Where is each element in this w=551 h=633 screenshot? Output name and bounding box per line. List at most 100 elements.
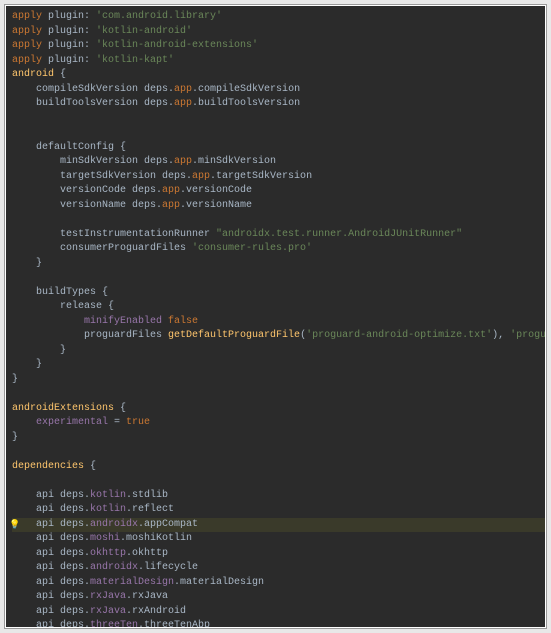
code-line[interactable]: }: [12, 431, 545, 446]
code-token: apply: [12, 26, 42, 37]
code-token: moshi: [90, 533, 120, 544]
code-token: kotlin: [90, 504, 126, 515]
code-line[interactable]: experimental = true: [12, 416, 545, 431]
code-line[interactable]: minSdkVersion deps.app.minSdkVersion: [12, 155, 545, 170]
code-line[interactable]: [12, 474, 545, 489]
code-token: .lifecycle: [138, 562, 198, 573]
code-token: .reflect: [126, 504, 174, 515]
code-editor[interactable]: apply plugin: 'com.android.library'apply…: [6, 6, 545, 627]
code-token: minifyEnabled: [84, 316, 168, 327]
code-token: androidx: [90, 562, 138, 573]
code-token: [12, 316, 84, 327]
code-line[interactable]: }: [12, 257, 545, 272]
code-content[interactable]: apply plugin: 'com.android.library'apply…: [6, 6, 545, 627]
code-token: 'kotlin-android': [96, 26, 192, 37]
code-token: consumerProguardFiles: [12, 243, 192, 254]
code-line[interactable]: compileSdkVersion deps.app.compileSdkVer…: [12, 83, 545, 98]
code-line[interactable]: consumerProguardFiles 'consumer-rules.pr…: [12, 242, 545, 257]
code-line[interactable]: dependencies {: [12, 460, 545, 475]
code-line[interactable]: [12, 445, 545, 460]
code-token: apply: [12, 11, 42, 22]
code-token: 'kotlin-kapt': [96, 55, 174, 66]
code-line[interactable]: testInstrumentationRunner "androidx.test…: [12, 228, 545, 243]
code-token: app: [174, 84, 192, 95]
code-line[interactable]: versionCode deps.app.versionCode: [12, 184, 545, 199]
code-token: {: [54, 69, 66, 80]
code-token: plugin:: [42, 55, 96, 66]
code-line[interactable]: apply plugin: 'kotlin-kapt': [12, 54, 545, 69]
code-line[interactable]: api deps.rxJava.rxJava: [12, 590, 545, 605]
code-line[interactable]: proguardFiles getDefaultProguardFile('pr…: [12, 329, 545, 344]
code-token: .rxAndroid: [126, 606, 186, 617]
code-token: .versionCode: [180, 185, 252, 196]
code-token: buildTypes {: [12, 287, 108, 298]
code-token: app: [174, 156, 192, 167]
code-token: .versionName: [180, 200, 252, 211]
code-line[interactable]: [12, 126, 545, 141]
code-token: versionCode deps.: [12, 185, 162, 196]
code-line[interactable]: [12, 213, 545, 228]
code-token: testInstrumentationRunner: [12, 229, 216, 240]
code-line[interactable]: androidExtensions {: [12, 402, 545, 417]
code-line[interactable]: release {: [12, 300, 545, 315]
code-line[interactable]: api deps.materialDesign.materialDesign: [12, 576, 545, 591]
code-token: .moshiKotlin: [120, 533, 192, 544]
code-token: .threeTenAbp: [138, 620, 210, 627]
code-token: {: [84, 461, 96, 472]
code-line[interactable]: defaultConfig {: [12, 141, 545, 156]
code-line[interactable]: apply plugin: 'com.android.library': [12, 10, 545, 25]
code-token: api deps.: [12, 504, 90, 515]
code-token: api deps.: [12, 591, 90, 602]
code-line[interactable]: api deps.moshi.moshiKotlin: [12, 532, 545, 547]
code-line[interactable]: }: [12, 358, 545, 373]
code-line[interactable]: api deps.kotlin.reflect: [12, 503, 545, 518]
code-line[interactable]: buildTypes {: [12, 286, 545, 301]
code-token: targetSdkVersion deps.: [12, 171, 192, 182]
code-token: }: [12, 359, 42, 370]
code-line[interactable]: [12, 387, 545, 402]
code-token: api deps.: [12, 606, 90, 617]
code-line[interactable]: api deps.rxJava.rxAndroid: [12, 605, 545, 620]
code-line[interactable]: [12, 112, 545, 127]
code-token: }: [12, 258, 42, 269]
code-line[interactable]: android {: [12, 68, 545, 83]
code-line[interactable]: api deps.okhttp.okhttp: [12, 547, 545, 562]
code-line[interactable]: }: [12, 344, 545, 359]
code-token: }: [12, 432, 18, 443]
code-token: api deps.: [12, 548, 90, 559]
code-token: experimental: [36, 417, 108, 428]
code-token: versionName deps.: [12, 200, 162, 211]
code-line[interactable]: api deps.kotlin.stdlib: [12, 489, 545, 504]
code-line[interactable]: [12, 271, 545, 286]
code-line[interactable]: api deps.threeTen.threeTenAbp: [12, 619, 545, 627]
code-line[interactable]: api deps.androidx.lifecycle: [12, 561, 545, 576]
code-token: "androidx.test.runner.AndroidJUnitRunner…: [216, 229, 462, 240]
code-token: androidx: [90, 519, 138, 530]
code-token: }: [12, 345, 66, 356]
code-token: getDefaultProguardFile: [168, 330, 300, 341]
code-token: api deps.: [12, 490, 90, 501]
code-token: dependencies: [12, 461, 84, 472]
code-token: .stdlib: [126, 490, 168, 501]
code-token: materialDesign: [90, 577, 174, 588]
code-token: release {: [12, 301, 114, 312]
code-line[interactable]: versionName deps.app.versionName: [12, 199, 545, 214]
code-token: 'kotlin-android-extensions': [96, 40, 258, 51]
code-token: apply: [12, 55, 42, 66]
code-token: defaultConfig {: [12, 142, 126, 153]
code-token: .rxJava: [126, 591, 168, 602]
code-line[interactable]: }: [12, 373, 545, 388]
intention-bulb-icon[interactable]: 💡: [9, 518, 21, 533]
code-token: ),: [492, 330, 510, 341]
code-token: .materialDesign: [174, 577, 264, 588]
code-line[interactable]: 💡 api deps.androidx.appCompat: [12, 518, 545, 533]
code-line[interactable]: apply plugin: 'kotlin-android': [12, 25, 545, 40]
code-line[interactable]: targetSdkVersion deps.app.targetSdkVersi…: [12, 170, 545, 185]
code-token: }: [12, 374, 18, 385]
code-token: {: [114, 403, 126, 414]
code-line[interactable]: minifyEnabled false: [12, 315, 545, 330]
code-token: 'consumer-rules.pro': [192, 243, 312, 254]
code-line[interactable]: buildToolsVersion deps.app.buildToolsVer…: [12, 97, 545, 112]
code-token: compileSdkVersion deps.: [12, 84, 174, 95]
code-line[interactable]: apply plugin: 'kotlin-android-extensions…: [12, 39, 545, 54]
